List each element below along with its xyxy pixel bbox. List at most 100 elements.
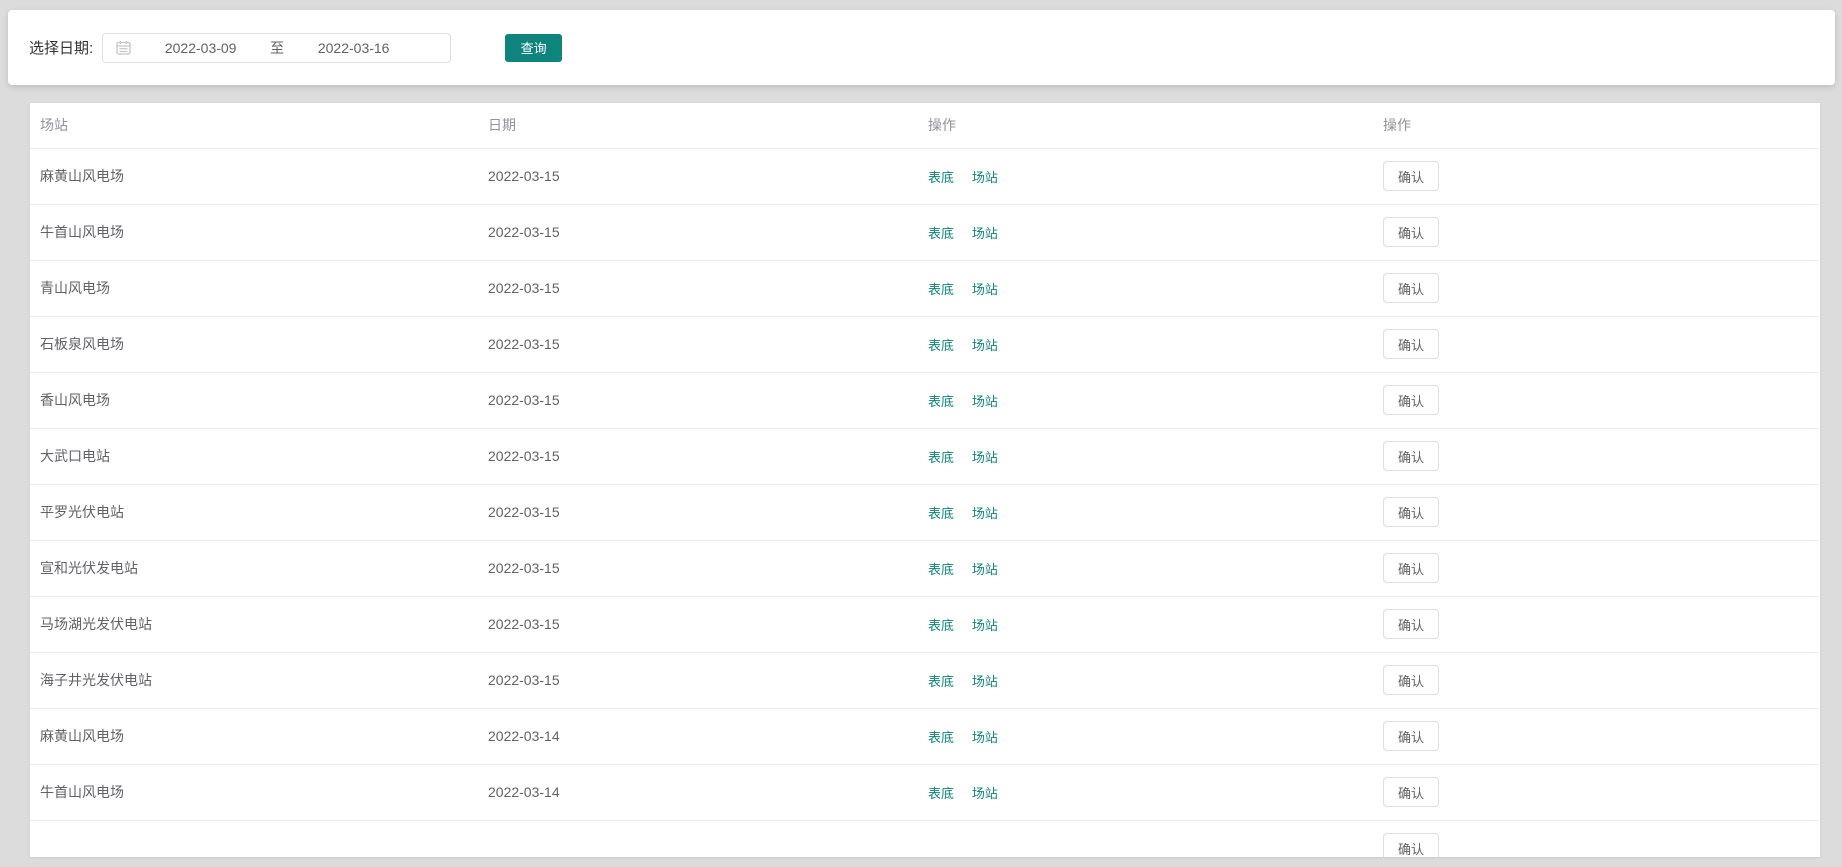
table-bottom-link[interactable]: 表底 (928, 170, 954, 185)
confirm-button[interactable]: 确认 (1383, 721, 1439, 751)
station-table: 场站 日期 操作 操作 麻黄山风电场 2022-03-15 表底 场站 确认 牛… (30, 103, 1820, 857)
table-bottom-link[interactable]: 表底 (928, 282, 954, 297)
confirm-cell: 确认 (1373, 372, 1820, 428)
confirm-cell: 确认 (1373, 652, 1820, 708)
date-separator: 至 (270, 38, 284, 58)
table-row: 马场湖光发伏电站 2022-03-15 表底 场站 确认 (30, 596, 1820, 652)
table-row: 石板泉风电场 2022-03-15 表底 场站 确认 (30, 316, 1820, 372)
station-link[interactable]: 场站 (972, 562, 998, 577)
operation-links-cell: 表底 场站 (918, 372, 1373, 428)
operation-links-cell: 表底 场站 (918, 260, 1373, 316)
station-link[interactable]: 场站 (972, 282, 998, 297)
operation-links-cell (918, 820, 1373, 857)
station-link[interactable]: 场站 (972, 450, 998, 465)
confirm-cell: 确认 (1373, 204, 1820, 260)
station-link[interactable]: 场站 (972, 338, 998, 353)
table-row: 牛首山风电场 2022-03-15 表底 场站 确认 (30, 204, 1820, 260)
table-header-row: 场站 日期 操作 操作 (30, 103, 1820, 148)
station-table-panel: 场站 日期 操作 操作 麻黄山风电场 2022-03-15 表底 场站 确认 牛… (30, 103, 1820, 857)
date-cell: 2022-03-14 (478, 764, 918, 820)
confirm-cell: 确认 (1373, 596, 1820, 652)
confirm-cell: 确认 (1373, 540, 1820, 596)
confirm-button[interactable]: 确认 (1383, 441, 1439, 471)
date-range-picker[interactable]: 2022-03-09 至 2022-03-16 (102, 33, 451, 63)
operation-links-cell: 表底 场站 (918, 484, 1373, 540)
station-link[interactable]: 场站 (972, 674, 998, 689)
station-cell: 香山风电场 (30, 372, 478, 428)
table-bottom-link[interactable]: 表底 (928, 562, 954, 577)
table-row: 大武口电站 2022-03-15 表底 场站 确认 (30, 428, 1820, 484)
station-cell: 牛首山风电场 (30, 204, 478, 260)
confirm-button[interactable]: 确认 (1383, 777, 1439, 807)
column-header-date: 日期 (478, 103, 918, 148)
confirm-button[interactable]: 确认 (1383, 609, 1439, 639)
date-cell: 2022-03-15 (478, 428, 918, 484)
station-link[interactable]: 场站 (972, 506, 998, 521)
station-cell: 平罗光伏电站 (30, 484, 478, 540)
date-label: 选择日期: (29, 37, 93, 58)
confirm-button[interactable]: 确认 (1383, 329, 1439, 359)
station-cell: 麻黄山风电场 (30, 148, 478, 204)
table-row: 牛首山风电场 2022-03-14 表底 场站 确认 (30, 764, 1820, 820)
table-bottom-link[interactable]: 表底 (928, 394, 954, 409)
confirm-button[interactable]: 确认 (1383, 273, 1439, 303)
station-link[interactable]: 场站 (972, 226, 998, 241)
confirm-button[interactable]: 确认 (1383, 833, 1439, 857)
station-link[interactable]: 场站 (972, 170, 998, 185)
table-bottom-link[interactable]: 表底 (928, 786, 954, 801)
date-cell (478, 820, 918, 857)
station-cell: 牛首山风电场 (30, 764, 478, 820)
column-header-station: 场站 (30, 103, 478, 148)
station-link[interactable]: 场站 (972, 394, 998, 409)
operation-links-cell: 表底 场站 (918, 596, 1373, 652)
table-row: 确认 (30, 820, 1820, 857)
station-link[interactable]: 场站 (972, 730, 998, 745)
date-cell: 2022-03-15 (478, 260, 918, 316)
table-row: 海子井光发伏电站 2022-03-15 表底 场站 确认 (30, 652, 1820, 708)
confirm-cell: 确认 (1373, 316, 1820, 372)
operation-links-cell: 表底 场站 (918, 316, 1373, 372)
confirm-button[interactable]: 确认 (1383, 497, 1439, 527)
table-row: 麻黄山风电场 2022-03-15 表底 场站 确认 (30, 148, 1820, 204)
column-header-operation2: 操作 (1373, 103, 1820, 148)
date-cell: 2022-03-14 (478, 708, 918, 764)
start-date-value[interactable]: 2022-03-09 (131, 40, 270, 56)
station-cell: 麻黄山风电场 (30, 708, 478, 764)
confirm-button[interactable]: 确认 (1383, 217, 1439, 247)
confirm-cell: 确认 (1373, 260, 1820, 316)
date-cell: 2022-03-15 (478, 484, 918, 540)
station-link[interactable]: 场站 (972, 786, 998, 801)
query-button[interactable]: 查询 (505, 34, 562, 62)
table-bottom-link[interactable]: 表底 (928, 674, 954, 689)
calendar-icon (116, 40, 131, 55)
table-bottom-link[interactable]: 表底 (928, 618, 954, 633)
table-bottom-link[interactable]: 表底 (928, 450, 954, 465)
table-row: 香山风电场 2022-03-15 表底 场站 确认 (30, 372, 1820, 428)
station-cell: 宣和光伏发电站 (30, 540, 478, 596)
date-cell: 2022-03-15 (478, 596, 918, 652)
confirm-button[interactable]: 确认 (1383, 665, 1439, 695)
date-cell: 2022-03-15 (478, 316, 918, 372)
filter-panel: 选择日期: 2022-03-09 至 2022-03-16 查询 (8, 10, 1835, 85)
operation-links-cell: 表底 场站 (918, 708, 1373, 764)
station-cell: 大武口电站 (30, 428, 478, 484)
confirm-cell: 确认 (1373, 484, 1820, 540)
date-cell: 2022-03-15 (478, 148, 918, 204)
table-bottom-link[interactable]: 表底 (928, 506, 954, 521)
station-link[interactable]: 场站 (972, 618, 998, 633)
operation-links-cell: 表底 场站 (918, 428, 1373, 484)
confirm-button[interactable]: 确认 (1383, 553, 1439, 583)
end-date-value[interactable]: 2022-03-16 (284, 40, 423, 56)
operation-links-cell: 表底 场站 (918, 204, 1373, 260)
confirm-button[interactable]: 确认 (1383, 385, 1439, 415)
table-bottom-link[interactable]: 表底 (928, 338, 954, 353)
confirm-button[interactable]: 确认 (1383, 161, 1439, 191)
table-row: 平罗光伏电站 2022-03-15 表底 场站 确认 (30, 484, 1820, 540)
operation-links-cell: 表底 场站 (918, 540, 1373, 596)
date-cell: 2022-03-15 (478, 204, 918, 260)
operation-links-cell: 表底 场站 (918, 148, 1373, 204)
confirm-cell: 确认 (1373, 708, 1820, 764)
station-cell: 海子井光发伏电站 (30, 652, 478, 708)
table-bottom-link[interactable]: 表底 (928, 226, 954, 241)
table-bottom-link[interactable]: 表底 (928, 730, 954, 745)
